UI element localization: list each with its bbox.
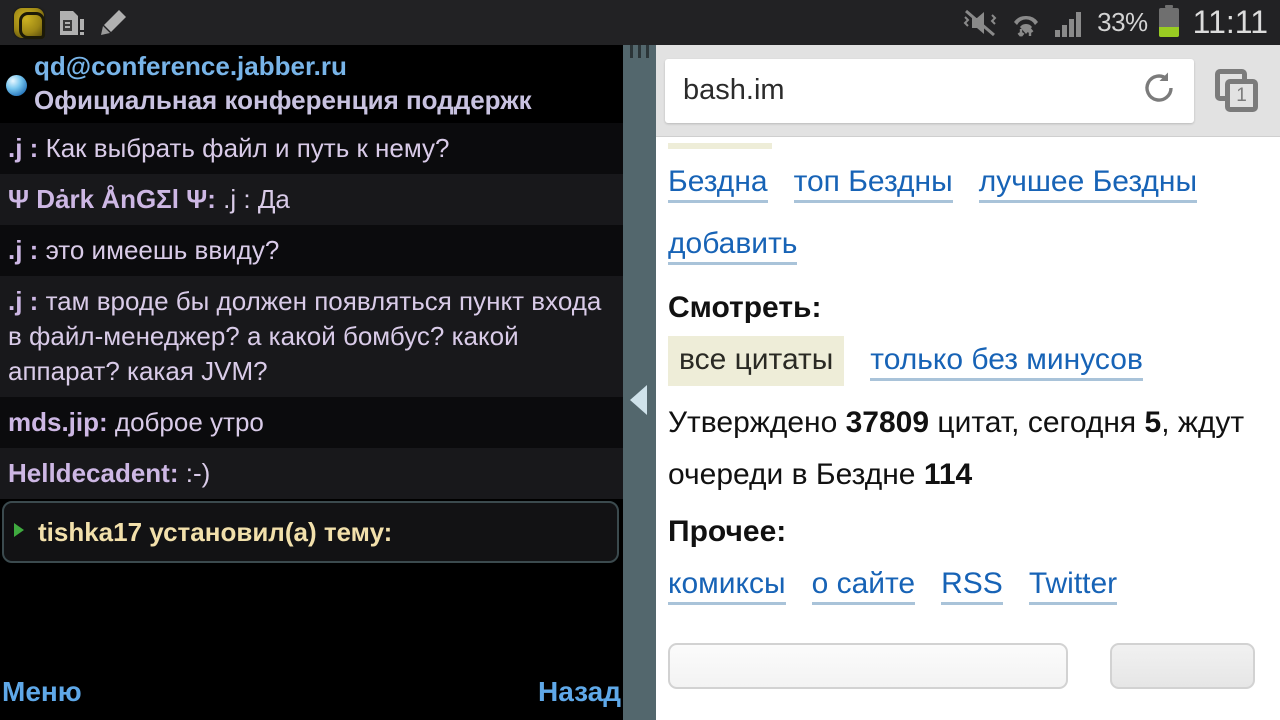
split-screen-divider[interactable]: [623, 45, 656, 720]
watch-option-no-minus[interactable]: только без минусов: [870, 343, 1143, 381]
message-separator: :: [22, 235, 46, 265]
link-best-bezdny[interactable]: лучшее Бездны: [978, 165, 1198, 203]
sim-card-alert-icon: [56, 8, 86, 38]
softkey-back[interactable]: Назад: [538, 676, 621, 708]
chat-message[interactable]: Ψ Dȧrk ÅnGΣl Ψ: .j : Да: [0, 174, 623, 225]
message-nick: .j: [8, 133, 23, 163]
web-page-content: Бездна топ Бездны лучшее Бездны добавить С…: [656, 137, 1280, 720]
chat-message[interactable]: Helldecadent: :-): [0, 448, 623, 499]
chat-message[interactable]: .j : это имеешь ввиду?: [0, 225, 623, 276]
message-nick: mds.jip: [8, 407, 100, 437]
message-separator: :: [99, 407, 115, 437]
message-body: .j : Да: [223, 184, 290, 214]
presence-sphere-icon: [6, 75, 27, 96]
reload-icon[interactable]: [1142, 71, 1186, 110]
mute-vibrate-icon: [962, 7, 998, 39]
message-separator: :: [22, 286, 46, 316]
browser-pane: bash.im 1 Бездна топ Бездны лучшее Бездны: [656, 45, 1280, 720]
phone-screen: 33% 11:11 qd@conference.jabber.ru Официа…: [0, 0, 1280, 720]
chat-room-header[interactable]: qd@conference.jabber.ru Официальная конф…: [0, 45, 623, 123]
stats-approved-count: 37809: [845, 406, 930, 439]
tabs-button[interactable]: 1: [1194, 45, 1280, 137]
site-stats-text: Утверждено 37809 цитат, сегодня 5, ждут …: [668, 397, 1250, 501]
message-body: там вроде бы должен появляться пункт вхо…: [8, 286, 602, 386]
watch-section-heading: Смотреть:: [668, 291, 822, 324]
stats-today-count: 5: [1144, 406, 1162, 439]
wifi-icon: [1009, 7, 1043, 39]
pencil-edit-icon: [98, 8, 128, 38]
search-submit-button[interactable]: [1110, 643, 1255, 689]
message-nick: .j: [8, 286, 23, 316]
tab-count-label: 1: [1225, 78, 1258, 112]
link-add[interactable]: добавить: [668, 227, 798, 265]
message-separator: :: [207, 184, 224, 214]
chat-room-subject: Официальная конференция поддержк: [34, 85, 532, 115]
message-nick: .j: [8, 235, 23, 265]
link-about[interactable]: о сайте: [811, 567, 916, 605]
link-bezdna[interactable]: Бездна: [668, 165, 768, 203]
watch-option-all-quotes-active[interactable]: все цитаты: [668, 336, 845, 386]
stats-pending-count: 114: [923, 458, 973, 491]
chat-message[interactable]: mds.jip: доброе утро: [0, 397, 623, 448]
message-body: доброе утро: [114, 407, 264, 437]
battery-percent-label: 33%: [1097, 7, 1148, 37]
link-top-bezdny[interactable]: топ Бездны: [793, 165, 953, 203]
watch-options-row: все цитаты только без минусов: [668, 331, 1280, 393]
chat-message[interactable]: .j : там вроде бы должен появляться пунк…: [0, 276, 623, 397]
add-link-row: добавить: [668, 215, 1280, 277]
chat-message-selected[interactable]: tishka17 установил(а) тему:: [2, 501, 619, 563]
search-form-row: [668, 643, 1280, 689]
url-bar[interactable]: bash.im: [665, 58, 1194, 123]
message-body: :-): [185, 458, 211, 488]
chat-message[interactable]: .j : Как выбрать файл и путь к нему?: [0, 123, 623, 174]
chat-room-jid: qd@conference.jabber.ru: [34, 51, 347, 81]
other-section-heading: Прочее:: [668, 515, 787, 548]
selected-message-text: tishka17 установил(а) тему:: [38, 516, 393, 547]
message-nick: Ψ Dȧrk ÅnGΣl Ψ: [8, 184, 208, 214]
search-input[interactable]: [668, 643, 1068, 689]
browser-toolbar: bash.im 1: [656, 45, 1280, 137]
status-bar-clock: 11:11: [1192, 4, 1268, 40]
play-triangle-icon: [14, 523, 24, 537]
status-bar-notification-icons: [14, 7, 128, 39]
collapse-left-arrow-icon[interactable]: [630, 385, 647, 415]
url-text[interactable]: bash.im: [683, 74, 1142, 107]
status-bar: 33% 11:11: [0, 0, 1280, 45]
signal-bars-icon: [1054, 8, 1086, 38]
softkey-menu[interactable]: Меню: [2, 676, 82, 708]
stats-prefix: Утверждено: [668, 406, 846, 439]
divider-grip-icon: [630, 45, 649, 58]
message-separator: :: [22, 133, 46, 163]
other-links-row: комиксы о сайте RSS Twitter: [668, 555, 1280, 617]
message-body: это имеешь ввиду?: [45, 235, 280, 265]
link-comics[interactable]: комиксы: [668, 567, 786, 605]
battery-icon: [1158, 5, 1179, 37]
status-bar-system-icons: 33% 11:11: [962, 4, 1268, 41]
link-rss[interactable]: RSS: [941, 567, 1003, 605]
jabber-app-icon: [14, 7, 45, 39]
link-twitter[interactable]: Twitter: [1028, 567, 1118, 605]
message-separator: :: [169, 458, 186, 488]
message-body: Как выбрать файл и путь к нему?: [45, 133, 450, 163]
tabs-icon: 1: [1215, 68, 1259, 113]
soft-key-bar: Меню Назад: [0, 664, 623, 720]
page-top-highlight-stub: [668, 143, 772, 149]
bezdna-nav-links: Бездна топ Бездны лучшее Бездны: [668, 153, 1280, 215]
chat-pane: qd@conference.jabber.ru Официальная конф…: [0, 45, 623, 720]
message-nick: Helldecadent: [8, 458, 170, 488]
stats-mid-1: цитат, сегодня: [929, 406, 1145, 439]
